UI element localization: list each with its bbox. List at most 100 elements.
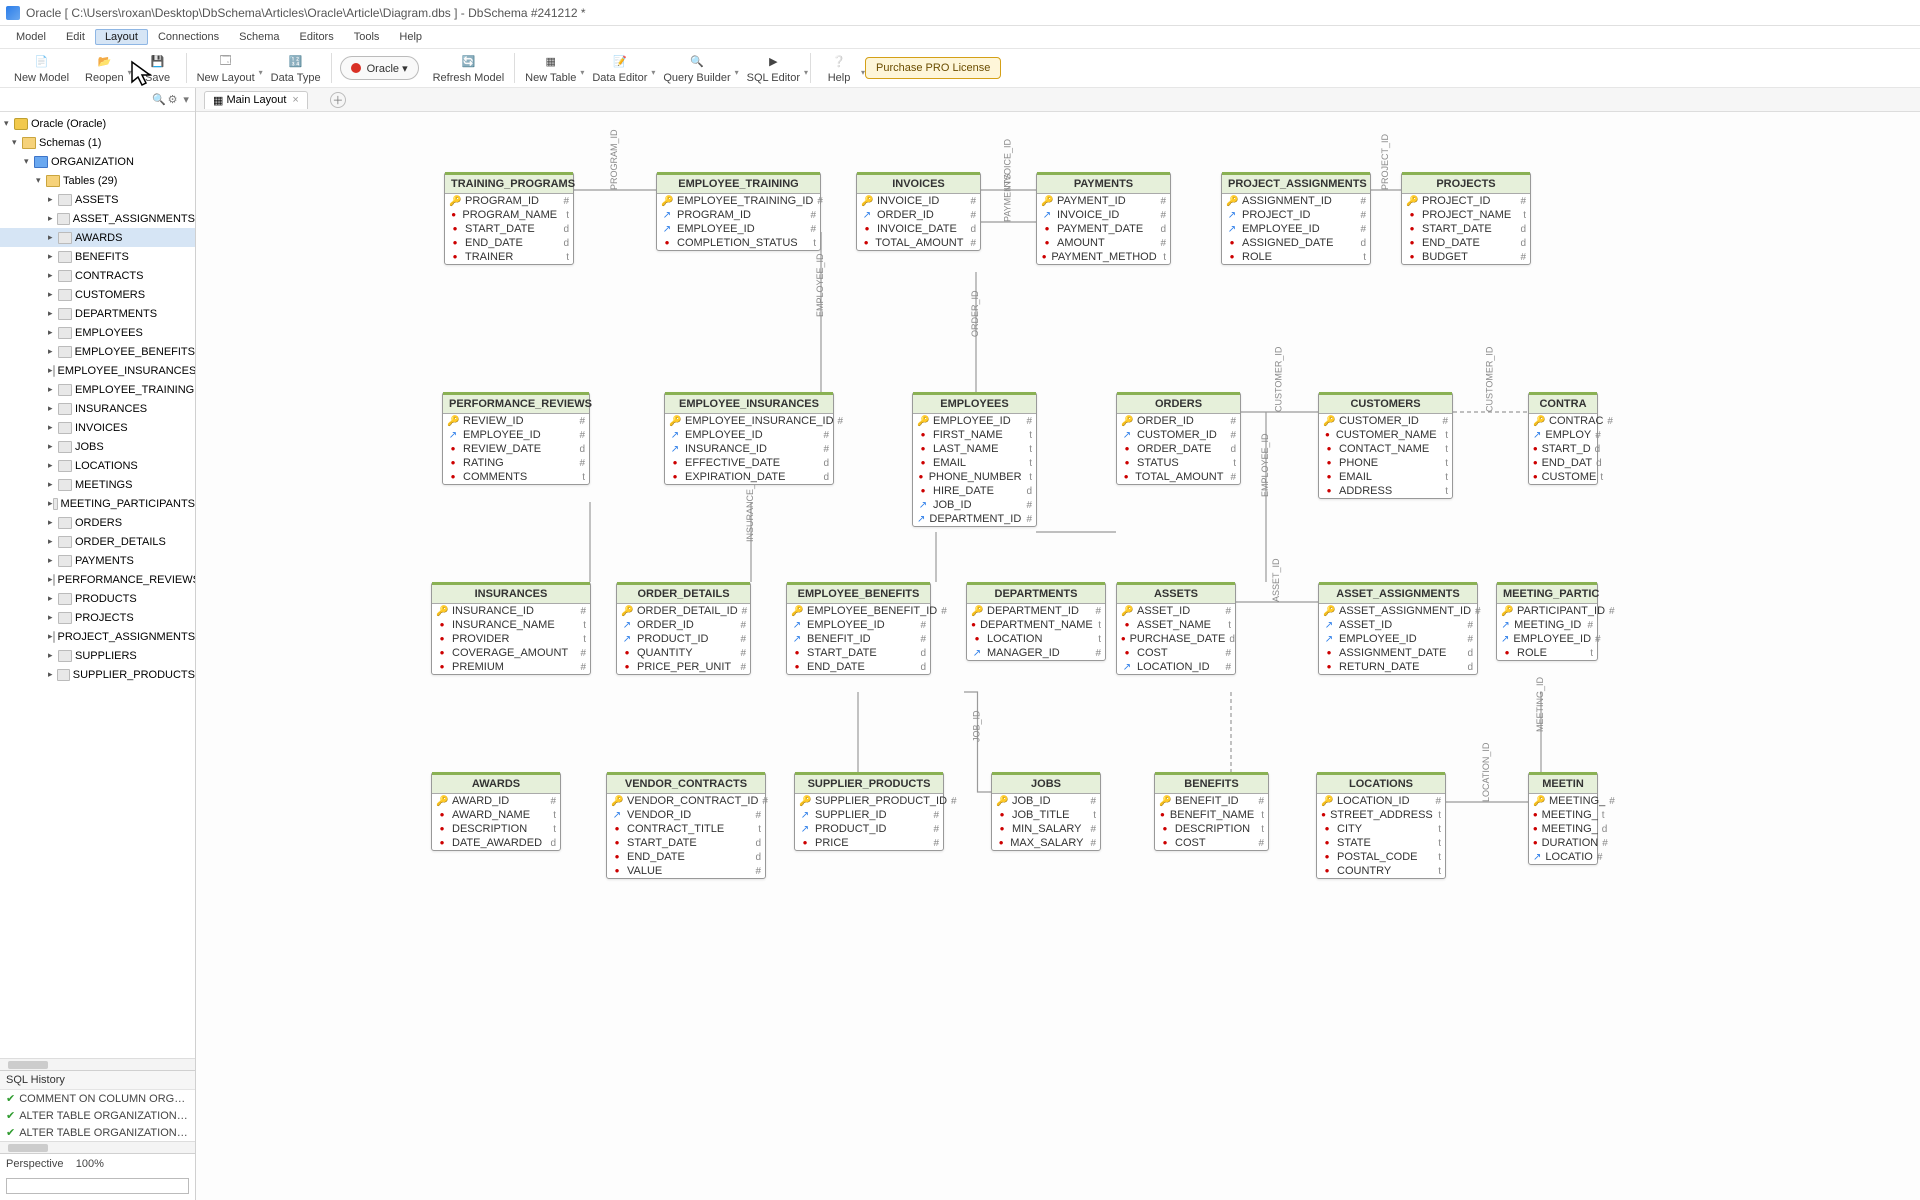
er-column[interactable]: •PRICE_PER_UNIT# <box>617 660 750 674</box>
er-column[interactable]: 🔑DEPARTMENT_ID# <box>967 604 1105 618</box>
er-column[interactable]: •CONTACT_NAMEt <box>1319 442 1452 456</box>
er-column[interactable]: •END_DATEd <box>787 660 930 674</box>
tree-node[interactable]: ▾Schemas (1) <box>0 133 195 152</box>
er-table-vendor_contracts[interactable]: VENDOR_CONTRACTS🔑VENDOR_CONTRACT_ID#↗VEN… <box>606 772 766 879</box>
er-column[interactable]: •MIN_SALARY# <box>992 822 1100 836</box>
er-column[interactable]: •START_DATEd <box>787 646 930 660</box>
tree-node[interactable]: ▸LOCATIONS <box>0 456 195 475</box>
er-table-header[interactable]: MEETING_PARTIC <box>1497 582 1597 604</box>
save-button[interactable]: 💾Save <box>132 51 184 86</box>
er-column[interactable]: 🔑ORDER_DETAIL_ID# <box>617 604 750 618</box>
er-column[interactable]: ↗LOCATIO# <box>1529 850 1597 864</box>
sql-history-row[interactable]: ✔ALTER TABLE ORGANIZATION.JOBS <box>0 1107 195 1124</box>
er-table-header[interactable]: LOCATIONS <box>1317 772 1445 794</box>
data-editor-button[interactable]: 📝Data Editor▾ <box>584 51 655 86</box>
er-column[interactable]: 🔑INSURANCE_ID# <box>432 604 590 618</box>
er-column[interactable]: •EFFECTIVE_DATEd <box>665 456 833 470</box>
er-table-header[interactable]: CUSTOMERS <box>1319 392 1452 414</box>
er-column[interactable]: ↗MANAGER_ID# <box>967 646 1105 660</box>
er-column[interactable]: 🔑ASSET_ID# <box>1117 604 1235 618</box>
er-column[interactable]: •INVOICE_DATEd <box>857 222 980 236</box>
tree-node[interactable]: ▸MEETING_PARTICIPANTS <box>0 494 195 513</box>
er-column[interactable]: •END_DATEd <box>1402 236 1530 250</box>
er-column[interactable]: •EXPIRATION_DATEd <box>665 470 833 484</box>
sql-history-row[interactable]: ✔COMMENT ON COLUMN ORGANIZA… <box>0 1090 195 1107</box>
er-table-header[interactable]: TRAINING_PROGRAMS <box>445 172 573 194</box>
er-column[interactable]: •DESCRIPTIONt <box>432 822 560 836</box>
db-engine-selector[interactable]: Oracle ▾ <box>340 56 419 80</box>
sqlhist-hscrollbar[interactable] <box>0 1141 195 1153</box>
tree-node[interactable]: ▾ORGANIZATION <box>0 152 195 171</box>
er-column[interactable]: ↗ORDER_ID# <box>617 618 750 632</box>
tree-node[interactable]: ▸SUPPLIER_PRODUCTS <box>0 665 195 684</box>
er-table-header[interactable]: ORDER_DETAILS <box>617 582 750 604</box>
er-column[interactable]: •START_Dd <box>1529 442 1597 456</box>
er-column[interactable]: ↗EMPLOYEE_ID# <box>443 428 589 442</box>
er-column[interactable]: •END_DATEd <box>607 850 765 864</box>
gear-icon[interactable]: ⚙ <box>166 93 180 106</box>
er-column[interactable]: ↗EMPLOYEE_ID# <box>1497 632 1597 646</box>
menu-model[interactable]: Model <box>6 29 56 45</box>
schema-tree[interactable]: ▾Oracle (Oracle)▾Schemas (1)▾ORGANIZATIO… <box>0 112 195 1058</box>
er-column[interactable]: ↗JOB_ID# <box>913 498 1036 512</box>
er-column[interactable]: •PROGRAM_NAMEt <box>445 208 573 222</box>
er-column[interactable]: 🔑VENDOR_CONTRACT_ID# <box>607 794 765 808</box>
close-icon[interactable]: × <box>292 94 298 106</box>
er-table-header[interactable]: PROJECT_ASSIGNMENTS <box>1222 172 1370 194</box>
er-table-header[interactable]: SUPPLIER_PRODUCTS <box>795 772 943 794</box>
er-table-training_programs[interactable]: TRAINING_PROGRAMS🔑PROGRAM_ID#•PROGRAM_NA… <box>444 172 574 265</box>
help-button[interactable]: ❔Help▾ <box>813 51 865 86</box>
er-table-locations[interactable]: LOCATIONS🔑LOCATION_ID#•STREET_ADDRESSt•C… <box>1316 772 1446 879</box>
er-column[interactable]: 🔑REVIEW_ID# <box>443 414 589 428</box>
er-table-header[interactable]: AWARDS <box>432 772 560 794</box>
er-column[interactable]: 🔑EMPLOYEE_INSURANCE_ID# <box>665 414 833 428</box>
er-table-benefits[interactable]: BENEFITS🔑BENEFIT_ID#•BENEFIT_NAMEt•DESCR… <box>1154 772 1269 851</box>
er-table-header[interactable]: PERFORMANCE_REVIEWS <box>443 392 589 414</box>
er-column[interactable]: •PAYMENT_METHODt <box>1037 250 1170 264</box>
er-column[interactable]: •LOCATIONt <box>967 632 1105 646</box>
er-column[interactable]: •STATUSt <box>1117 456 1240 470</box>
er-column[interactable]: 🔑SUPPLIER_PRODUCT_ID# <box>795 794 943 808</box>
er-column[interactable]: •PHONE_NUMBERt <box>913 470 1036 484</box>
menu-connections[interactable]: Connections <box>148 29 229 45</box>
er-column[interactable]: 🔑ASSIGNMENT_ID# <box>1222 194 1370 208</box>
tree-node[interactable]: ▸ORDER_DETAILS <box>0 532 195 551</box>
er-column[interactable]: •AMOUNT# <box>1037 236 1170 250</box>
er-column[interactable]: 🔑PROGRAM_ID# <box>445 194 573 208</box>
er-table-header[interactable]: JOBS <box>992 772 1100 794</box>
er-table-assets[interactable]: ASSETS🔑ASSET_ID#•ASSET_NAMEt•PURCHASE_DA… <box>1116 582 1236 675</box>
er-column[interactable]: 🔑CONTRAC# <box>1529 414 1597 428</box>
er-column[interactable]: •PURCHASE_DATEd <box>1117 632 1235 646</box>
er-column[interactable]: •START_DATEd <box>445 222 573 236</box>
er-column[interactable]: ↗CUSTOMER_ID# <box>1117 428 1240 442</box>
er-table-insurances[interactable]: INSURANCES🔑INSURANCE_ID#•INSURANCE_NAMEt… <box>431 582 591 675</box>
er-column[interactable]: •TOTAL_AMOUNT# <box>857 236 980 250</box>
new-table-button[interactable]: ▦New Table▾ <box>517 51 584 86</box>
tree-node[interactable]: ▸PAYMENTS <box>0 551 195 570</box>
tree-node[interactable]: ▸MEETINGS <box>0 475 195 494</box>
er-column[interactable]: ↗MEETING_ID# <box>1497 618 1597 632</box>
er-table-invoices[interactable]: INVOICES🔑INVOICE_ID#↗ORDER_ID#•INVOICE_D… <box>856 172 981 251</box>
tree-node[interactable]: ▸BENEFITS <box>0 247 195 266</box>
er-column[interactable]: ↗EMPLOYEE_ID# <box>665 428 833 442</box>
er-column[interactable]: •EMAILt <box>1319 470 1452 484</box>
new-layout-button[interactable]: 🗔New Layout▾ <box>189 51 263 86</box>
er-column[interactable]: ↗EMPLOYEE_ID# <box>657 222 820 236</box>
er-table-header[interactable]: VENDOR_CONTRACTS <box>607 772 765 794</box>
menu-layout[interactable]: Layout <box>95 29 148 45</box>
er-column[interactable]: •COMMENTSt <box>443 470 589 484</box>
er-column[interactable]: •CONTRACT_TITLEt <box>607 822 765 836</box>
er-column[interactable]: 🔑BENEFIT_ID# <box>1155 794 1268 808</box>
er-column[interactable]: •DURATION# <box>1529 836 1597 850</box>
er-column[interactable]: •PRICE# <box>795 836 943 850</box>
er-column[interactable]: •MAX_SALARY# <box>992 836 1100 850</box>
er-column[interactable]: •TRAINERt <box>445 250 573 264</box>
er-column[interactable]: •EMAILt <box>913 456 1036 470</box>
er-table-meetin_clip[interactable]: MEETIN🔑MEETING_#•MEETING_t•MEETING_d•DUR… <box>1528 772 1598 865</box>
perspective-input[interactable] <box>6 1178 189 1194</box>
er-column[interactable]: ↗PRODUCT_ID# <box>795 822 943 836</box>
data-type-button[interactable]: 🔢Data Type <box>263 51 329 86</box>
er-column[interactable]: ↗EMPLOYEE_ID# <box>1222 222 1370 236</box>
er-column[interactable]: •BUDGET# <box>1402 250 1530 264</box>
er-table-header[interactable]: EMPLOYEE_INSURANCES <box>665 392 833 414</box>
